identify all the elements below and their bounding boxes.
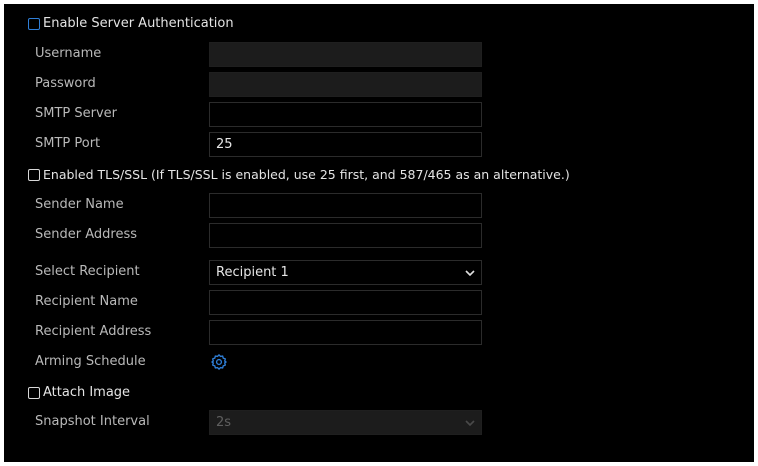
recipient-address-row: Recipient Address [4,320,754,345]
server-auth-toggle[interactable]: Enable Server Authentication [28,16,234,31]
recipient-address-field[interactable] [209,320,482,345]
attach-image-label: Attach Image [43,385,131,400]
snapshot-interval-dropdown[interactable]: 2s [209,410,482,435]
sender-name-label: Sender Name [35,197,124,212]
smtp-port-row: SMTP Port 25 [4,132,754,157]
password-row: Password [4,72,754,97]
tls-row: Enabled TLS/SSL (If TLS/SSL is enabled, … [4,163,754,187]
sender-address-label: Sender Address [35,227,137,242]
tls-toggle[interactable]: Enabled TLS/SSL (If TLS/SSL is enabled, … [28,167,570,182]
recipient-address-label: Recipient Address [35,324,152,339]
password-field[interactable] [209,72,482,97]
arming-schedule-row: Arming Schedule [4,350,754,374]
username-row: Username [4,42,754,67]
gear-icon[interactable] [210,353,228,371]
tls-checkbox[interactable] [28,168,40,181]
smtp-server-row: SMTP Server [4,102,754,127]
password-label: Password [35,76,96,91]
recipient-name-row: Recipient Name [4,290,754,315]
attach-image-row: Attach Image [4,381,754,405]
server-auth-row: Enable Server Authentication [4,12,754,36]
smtp-server-field[interactable] [209,102,482,127]
attach-image-toggle[interactable]: Attach Image [28,385,130,400]
tls-label: Enabled TLS/SSL (If TLS/SSL is enabled, … [43,167,570,182]
smtp-port-field[interactable]: 25 [209,132,482,157]
sender-address-field[interactable] [209,223,482,248]
sender-name-field[interactable] [209,193,482,218]
snapshot-interval-value: 2s [216,415,232,430]
server-auth-label: Enable Server Authentication [43,16,234,31]
chevron-down-icon [465,269,475,276]
select-recipient-row: Select Recipient Recipient 1 [4,260,754,285]
recipient-name-label: Recipient Name [35,294,138,309]
arming-schedule-label: Arming Schedule [35,354,146,369]
attach-image-checkbox[interactable] [28,386,40,399]
chevron-down-icon [465,419,475,426]
select-recipient-dropdown[interactable]: Recipient 1 [209,260,482,285]
email-settings-panel: Enable Server Authentication Username Pa… [4,4,754,462]
sender-address-row: Sender Address [4,223,754,248]
snapshot-interval-row: Snapshot Interval 2s [4,410,754,435]
smtp-port-label: SMTP Port [35,136,101,151]
server-auth-checkbox[interactable] [28,17,40,30]
select-recipient-value: Recipient 1 [216,265,289,280]
username-label: Username [35,46,102,61]
smtp-port-value: 25 [216,137,233,152]
select-recipient-label: Select Recipient [35,264,140,279]
sender-name-row: Sender Name [4,193,754,218]
snapshot-interval-label: Snapshot Interval [35,414,150,429]
recipient-name-field[interactable] [209,290,482,315]
username-field[interactable] [209,42,482,67]
smtp-server-label: SMTP Server [35,106,118,121]
